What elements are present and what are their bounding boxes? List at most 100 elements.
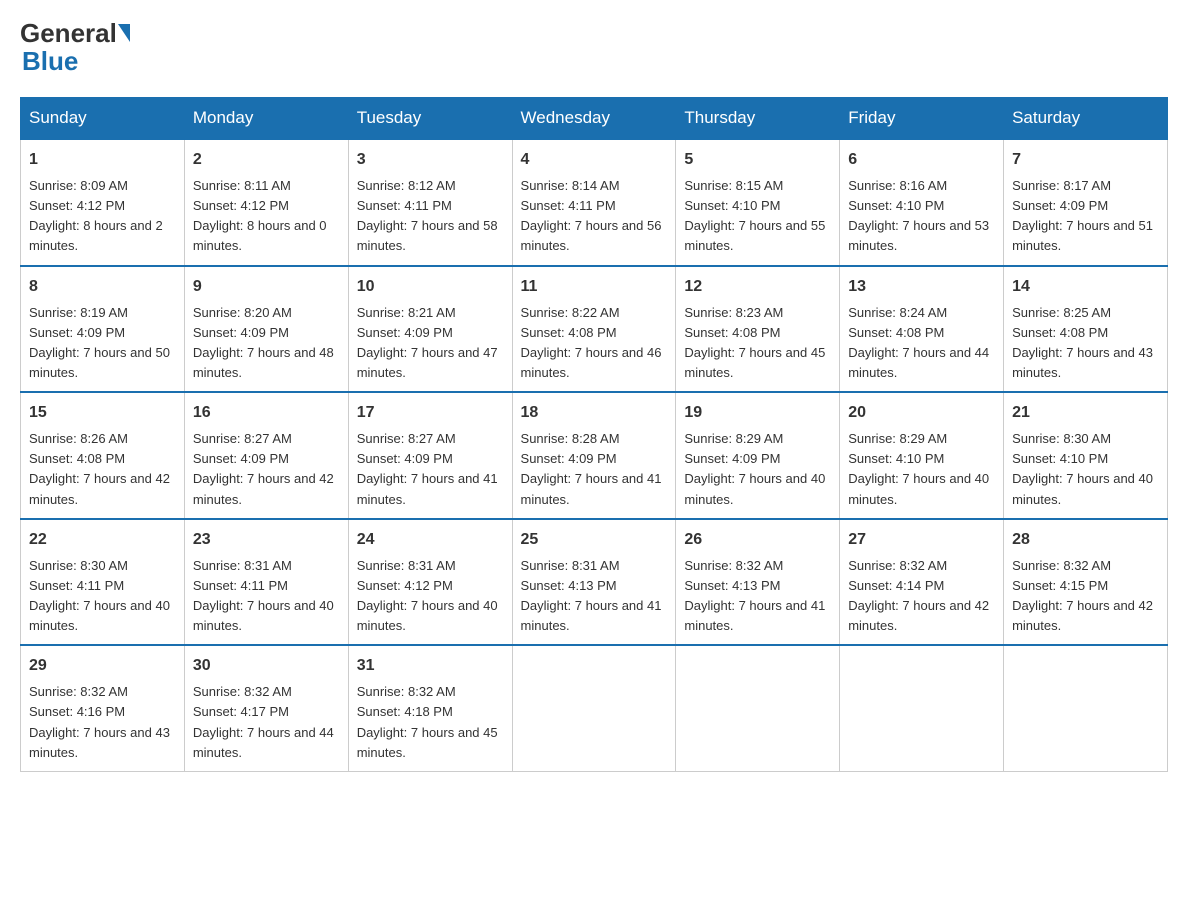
day-info: Sunrise: 8:27 AMSunset: 4:09 PMDaylight:… (193, 431, 334, 506)
calendar-cell: 12 Sunrise: 8:23 AMSunset: 4:08 PMDaylig… (676, 266, 840, 393)
calendar-cell: 18 Sunrise: 8:28 AMSunset: 4:09 PMDaylig… (512, 392, 676, 519)
day-info: Sunrise: 8:11 AMSunset: 4:12 PMDaylight:… (193, 178, 327, 253)
day-info: Sunrise: 8:29 AMSunset: 4:10 PMDaylight:… (848, 431, 989, 506)
day-info: Sunrise: 8:19 AMSunset: 4:09 PMDaylight:… (29, 305, 170, 380)
day-number: 17 (357, 401, 504, 425)
calendar-cell: 30 Sunrise: 8:32 AMSunset: 4:17 PMDaylig… (184, 645, 348, 771)
day-number: 22 (29, 528, 176, 552)
calendar-cell (676, 645, 840, 771)
day-number: 26 (684, 528, 831, 552)
logo: General Blue (20, 20, 131, 77)
calendar-cell: 17 Sunrise: 8:27 AMSunset: 4:09 PMDaylig… (348, 392, 512, 519)
weekday-header-thursday: Thursday (676, 98, 840, 140)
day-info: Sunrise: 8:28 AMSunset: 4:09 PMDaylight:… (521, 431, 662, 506)
day-number: 9 (193, 275, 340, 299)
calendar-cell: 16 Sunrise: 8:27 AMSunset: 4:09 PMDaylig… (184, 392, 348, 519)
calendar-cell: 7 Sunrise: 8:17 AMSunset: 4:09 PMDayligh… (1004, 139, 1168, 266)
day-number: 23 (193, 528, 340, 552)
day-number: 25 (521, 528, 668, 552)
day-info: Sunrise: 8:24 AMSunset: 4:08 PMDaylight:… (848, 305, 989, 380)
day-info: Sunrise: 8:12 AMSunset: 4:11 PMDaylight:… (357, 178, 498, 253)
day-info: Sunrise: 8:20 AMSunset: 4:09 PMDaylight:… (193, 305, 334, 380)
calendar-table: SundayMondayTuesdayWednesdayThursdayFrid… (20, 97, 1168, 772)
day-info: Sunrise: 8:29 AMSunset: 4:09 PMDaylight:… (684, 431, 825, 506)
calendar-week-row: 8 Sunrise: 8:19 AMSunset: 4:09 PMDayligh… (21, 266, 1168, 393)
day-info: Sunrise: 8:31 AMSunset: 4:11 PMDaylight:… (193, 558, 334, 633)
page-header: General Blue (20, 20, 1168, 77)
calendar-cell: 10 Sunrise: 8:21 AMSunset: 4:09 PMDaylig… (348, 266, 512, 393)
day-number: 21 (1012, 401, 1159, 425)
day-number: 2 (193, 148, 340, 172)
calendar-cell: 20 Sunrise: 8:29 AMSunset: 4:10 PMDaylig… (840, 392, 1004, 519)
day-info: Sunrise: 8:09 AMSunset: 4:12 PMDaylight:… (29, 178, 163, 253)
day-info: Sunrise: 8:32 AMSunset: 4:14 PMDaylight:… (848, 558, 989, 633)
day-info: Sunrise: 8:30 AMSunset: 4:10 PMDaylight:… (1012, 431, 1153, 506)
day-number: 15 (29, 401, 176, 425)
day-number: 11 (521, 275, 668, 299)
day-number: 20 (848, 401, 995, 425)
day-number: 27 (848, 528, 995, 552)
day-number: 24 (357, 528, 504, 552)
day-number: 4 (521, 148, 668, 172)
calendar-week-row: 22 Sunrise: 8:30 AMSunset: 4:11 PMDaylig… (21, 519, 1168, 646)
calendar-cell: 24 Sunrise: 8:31 AMSunset: 4:12 PMDaylig… (348, 519, 512, 646)
calendar-cell: 29 Sunrise: 8:32 AMSunset: 4:16 PMDaylig… (21, 645, 185, 771)
calendar-cell: 4 Sunrise: 8:14 AMSunset: 4:11 PMDayligh… (512, 139, 676, 266)
day-number: 18 (521, 401, 668, 425)
weekday-header-tuesday: Tuesday (348, 98, 512, 140)
calendar-cell: 21 Sunrise: 8:30 AMSunset: 4:10 PMDaylig… (1004, 392, 1168, 519)
calendar-cell: 19 Sunrise: 8:29 AMSunset: 4:09 PMDaylig… (676, 392, 840, 519)
day-number: 16 (193, 401, 340, 425)
day-number: 6 (848, 148, 995, 172)
day-number: 7 (1012, 148, 1159, 172)
calendar-cell: 2 Sunrise: 8:11 AMSunset: 4:12 PMDayligh… (184, 139, 348, 266)
calendar-cell: 8 Sunrise: 8:19 AMSunset: 4:09 PMDayligh… (21, 266, 185, 393)
calendar-cell (840, 645, 1004, 771)
day-info: Sunrise: 8:23 AMSunset: 4:08 PMDaylight:… (684, 305, 825, 380)
day-info: Sunrise: 8:26 AMSunset: 4:08 PMDaylight:… (29, 431, 170, 506)
day-info: Sunrise: 8:25 AMSunset: 4:08 PMDaylight:… (1012, 305, 1153, 380)
calendar-cell: 26 Sunrise: 8:32 AMSunset: 4:13 PMDaylig… (676, 519, 840, 646)
day-number: 31 (357, 654, 504, 678)
calendar-cell: 27 Sunrise: 8:32 AMSunset: 4:14 PMDaylig… (840, 519, 1004, 646)
day-number: 1 (29, 148, 176, 172)
calendar-cell: 15 Sunrise: 8:26 AMSunset: 4:08 PMDaylig… (21, 392, 185, 519)
calendar-cell: 1 Sunrise: 8:09 AMSunset: 4:12 PMDayligh… (21, 139, 185, 266)
day-info: Sunrise: 8:31 AMSunset: 4:13 PMDaylight:… (521, 558, 662, 633)
day-info: Sunrise: 8:32 AMSunset: 4:16 PMDaylight:… (29, 684, 170, 759)
calendar-cell: 6 Sunrise: 8:16 AMSunset: 4:10 PMDayligh… (840, 139, 1004, 266)
day-info: Sunrise: 8:15 AMSunset: 4:10 PMDaylight:… (684, 178, 825, 253)
weekday-header-wednesday: Wednesday (512, 98, 676, 140)
calendar-cell: 25 Sunrise: 8:31 AMSunset: 4:13 PMDaylig… (512, 519, 676, 646)
day-number: 13 (848, 275, 995, 299)
calendar-cell: 3 Sunrise: 8:12 AMSunset: 4:11 PMDayligh… (348, 139, 512, 266)
calendar-cell: 5 Sunrise: 8:15 AMSunset: 4:10 PMDayligh… (676, 139, 840, 266)
weekday-header-saturday: Saturday (1004, 98, 1168, 140)
day-info: Sunrise: 8:27 AMSunset: 4:09 PMDaylight:… (357, 431, 498, 506)
calendar-cell: 22 Sunrise: 8:30 AMSunset: 4:11 PMDaylig… (21, 519, 185, 646)
logo-arrow-icon (118, 24, 130, 42)
day-number: 19 (684, 401, 831, 425)
calendar-cell: 13 Sunrise: 8:24 AMSunset: 4:08 PMDaylig… (840, 266, 1004, 393)
weekday-header-sunday: Sunday (21, 98, 185, 140)
day-info: Sunrise: 8:14 AMSunset: 4:11 PMDaylight:… (521, 178, 662, 253)
calendar-cell: 11 Sunrise: 8:22 AMSunset: 4:08 PMDaylig… (512, 266, 676, 393)
day-number: 10 (357, 275, 504, 299)
day-info: Sunrise: 8:30 AMSunset: 4:11 PMDaylight:… (29, 558, 170, 633)
calendar-cell: 31 Sunrise: 8:32 AMSunset: 4:18 PMDaylig… (348, 645, 512, 771)
logo-blue-text: Blue (22, 46, 78, 76)
calendar-cell: 9 Sunrise: 8:20 AMSunset: 4:09 PMDayligh… (184, 266, 348, 393)
day-number: 14 (1012, 275, 1159, 299)
day-number: 3 (357, 148, 504, 172)
weekday-header-row: SundayMondayTuesdayWednesdayThursdayFrid… (21, 98, 1168, 140)
day-info: Sunrise: 8:32 AMSunset: 4:18 PMDaylight:… (357, 684, 498, 759)
day-number: 30 (193, 654, 340, 678)
day-info: Sunrise: 8:32 AMSunset: 4:13 PMDaylight:… (684, 558, 825, 633)
calendar-cell: 14 Sunrise: 8:25 AMSunset: 4:08 PMDaylig… (1004, 266, 1168, 393)
day-info: Sunrise: 8:16 AMSunset: 4:10 PMDaylight:… (848, 178, 989, 253)
day-info: Sunrise: 8:22 AMSunset: 4:08 PMDaylight:… (521, 305, 662, 380)
calendar-cell: 28 Sunrise: 8:32 AMSunset: 4:15 PMDaylig… (1004, 519, 1168, 646)
day-info: Sunrise: 8:31 AMSunset: 4:12 PMDaylight:… (357, 558, 498, 633)
day-number: 12 (684, 275, 831, 299)
weekday-header-monday: Monday (184, 98, 348, 140)
